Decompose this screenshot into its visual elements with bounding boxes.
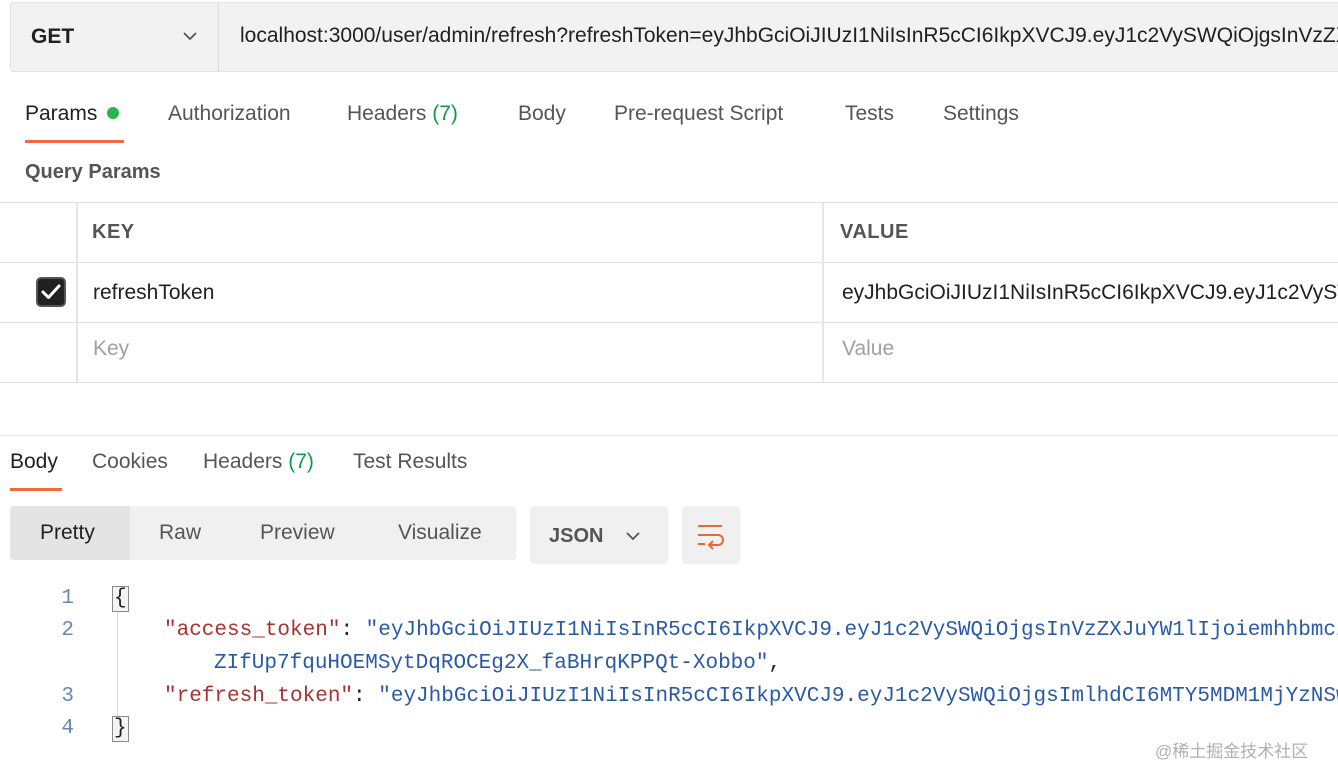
json-value-access-token-continued: ZIfUp7fquHOEMSytDqROCEg2X_faBHrqKPPQt-Xo… [214,652,769,675]
param-key-cell[interactable]: refreshToken [93,281,813,305]
response-tab-cookies[interactable]: Cookies [92,450,168,474]
response-tab-body-underline [10,488,62,491]
open-brace: { [112,586,129,612]
response-tab-headers[interactable]: Headers (7) [203,450,314,474]
tab-body[interactable]: Body [518,102,566,126]
json-value-refresh-token: "eyJhbGciOiJIUzI1NiIsInR5cCI6IkpXVCJ9.ey… [378,685,1338,708]
table-border-bottom [0,382,1338,383]
tab-headers[interactable]: Headers (7) [347,102,458,126]
json-close-brace: } [112,716,129,742]
checkmark-icon [41,284,61,299]
tab-authorization[interactable]: Authorization [168,102,291,126]
response-divider [0,435,1338,436]
tab-headers-label: Headers [347,102,427,125]
view-mode-preview[interactable]: Preview [260,521,335,545]
table-row-border [0,322,1338,323]
tab-params-underline [25,140,124,143]
json-open-brace: { [112,586,129,612]
url-input[interactable]: localhost:3000/user/admin/refresh?refres… [240,24,1338,48]
json-line-refresh-token: "refresh_token": "eyJhbGciOiJIUzI1NiIsIn… [164,685,1338,708]
json-line-access-token: "access_token": "eyJhbGciOiJIUzI1NiIsInR… [164,619,1338,642]
query-params-title: Query Params [25,161,161,183]
format-dropdown[interactable]: JSON [530,506,668,564]
json-key-refresh-token: "refresh_token" [164,685,354,708]
tab-params-label: Params [25,102,98,125]
table-column-divider [822,202,824,383]
watermark-text: @稀土掘金技术社区 [1155,742,1309,761]
response-tab-headers-label: Headers [203,450,283,473]
request-url-bar: GET localhost:3000/user/admin/refresh?re… [10,2,1338,72]
wrap-lines-icon [698,525,724,550]
tab-pre-request-script[interactable]: Pre-request Script [614,102,783,126]
response-tab-test-results[interactable]: Test Results [353,450,467,474]
method-selector[interactable]: GET [11,3,219,71]
param-enabled-checkbox[interactable] [36,277,66,307]
line-number: 2 [61,619,74,642]
method-label: GET [31,25,75,48]
view-mode-visualize[interactable]: Visualize [398,521,482,545]
format-label: JSON [549,525,604,547]
line-number: 1 [61,587,74,610]
view-mode-selector: Pretty Raw Preview Visualize [10,506,516,560]
new-key-input[interactable]: Key [93,337,129,361]
json-line-access-token-wrap: ZIfUp7fquHOEMSytDqROCEg2X_faBHrqKPPQt-Xo… [214,652,782,675]
column-header-key: KEY [92,221,135,243]
tab-params[interactable]: Params [25,102,120,126]
param-value-cell[interactable]: eyJhbGciOiJIUzI1NiIsInR5cCI6IkpXVCJ9.eyJ… [842,281,1338,305]
tab-settings[interactable]: Settings [943,102,1019,126]
tab-tests[interactable]: Tests [845,102,894,126]
close-brace: } [112,716,129,742]
column-header-value: VALUE [840,221,909,243]
view-mode-pretty[interactable]: Pretty [40,521,95,545]
chevron-down-icon [183,32,197,41]
tab-headers-count: (7) [432,102,458,125]
view-mode-raw[interactable]: Raw [159,521,201,545]
response-tab-headers-count: (7) [288,450,314,473]
chevron-down-icon [626,532,640,541]
json-key-access-token: "access_token" [164,619,341,642]
indent-guide [117,612,118,716]
table-header-border [0,262,1338,263]
response-tab-body[interactable]: Body [10,450,58,474]
params-active-dot [107,107,120,120]
line-number: 4 [61,717,74,740]
json-value-access-token: "eyJhbGciOiJIUzI1NiIsInR5cCI6IkpXVCJ9.ey… [365,619,1338,642]
wrap-lines-button[interactable] [682,506,740,564]
line-number: 3 [61,685,74,708]
table-column-divider [76,202,78,383]
table-border-top [0,202,1338,203]
new-value-input[interactable]: Value [842,337,894,361]
